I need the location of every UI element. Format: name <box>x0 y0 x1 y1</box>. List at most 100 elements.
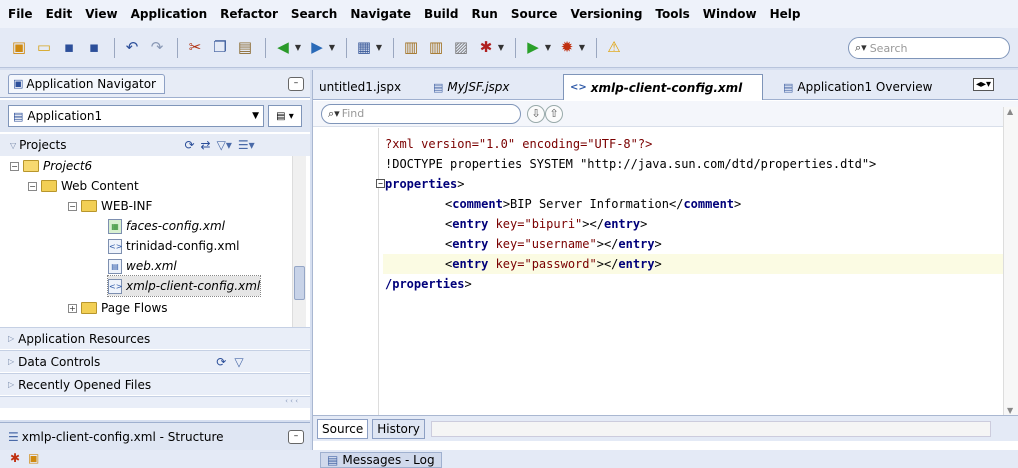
minimize-button[interactable]: – <box>288 77 304 91</box>
tab-source[interactable]: Source <box>317 418 369 439</box>
rebuild-icon[interactable]: ▥ <box>425 37 447 59</box>
scrollbar-thumb[interactable] <box>294 266 305 300</box>
find-previous-icon[interactable]: ⇧ <box>545 104 563 123</box>
copy-icon[interactable]: ❐ <box>209 37 231 59</box>
menu-edit[interactable]: Edit <box>46 7 73 21</box>
warning-icon[interactable]: ⚠ <box>603 37 625 59</box>
tab-myjsf[interactable]: ▤ MyJSF.jspx <box>427 74 557 100</box>
forward-icon[interactable]: ▶ <box>306 37 328 59</box>
scroll-down-icon[interactable]: ▼ <box>1007 406 1013 415</box>
tab-application1-overview[interactable]: ▤ Application1 Overview <box>777 74 963 100</box>
menu-tools[interactable]: Tools <box>655 7 689 21</box>
sync-icon[interactable]: ⇄ <box>201 138 211 152</box>
redo-icon[interactable]: ↷ <box>146 37 168 59</box>
application-dropdown[interactable]: ▤ Application1 ▼ <box>8 105 264 127</box>
undo-icon[interactable]: ↶ <box>121 37 143 59</box>
chevron-down-icon[interactable]: ▼ <box>577 37 587 59</box>
chevron-down-icon: ▼ <box>252 111 259 121</box>
accordion-application-resources[interactable]: ▷ Application Resources <box>0 327 310 349</box>
tree-node-faces-config[interactable]: ▦ faces-config.xml <box>108 216 225 236</box>
tree-node-label: Project6 <box>43 159 93 173</box>
new-icon[interactable]: ▣ <box>8 37 30 59</box>
projects-header[interactable]: ▽ Projects ⟳ ⇄ ▽▾ ☰▾ <box>0 134 310 156</box>
debug-icon[interactable]: ✹ <box>556 37 578 59</box>
structure-tab-label: xmlp-client-config.xml - Structure <box>21 429 224 444</box>
menu-refactor[interactable]: Refactor <box>220 7 278 21</box>
scroll-up-icon[interactable]: ▲ <box>1007 107 1013 116</box>
menu-versioning[interactable]: Versioning <box>570 7 642 21</box>
folder-icon <box>81 200 97 212</box>
messages-log-tab[interactable]: ▤ Messages - Log <box>320 452 442 468</box>
chevron-down-icon[interactable]: ▼ <box>543 37 553 59</box>
tree-node-web-inf[interactable]: − WEB-INF <box>68 196 152 216</box>
refresh-icon[interactable]: ⟳ <box>184 138 194 152</box>
editor-vertical-scrollbar[interactable]: ▲ ▼ <box>1003 107 1018 415</box>
back-icon[interactable]: ◀ <box>272 37 294 59</box>
tree-node-web-content[interactable]: − Web Content <box>28 176 139 196</box>
fold-toggle-icon[interactable]: − <box>376 179 385 188</box>
filter-icon[interactable]: ▽ <box>234 355 243 369</box>
tab-untitled1[interactable]: untitled1.jspx <box>313 74 421 100</box>
tree-node-xmlp-client-config[interactable]: <> xmlp-client-config.xml <box>106 275 262 297</box>
toolbar-separator <box>177 37 178 58</box>
find-next-icon[interactable]: ⇩ <box>527 104 545 123</box>
menu-run[interactable]: Run <box>472 7 498 21</box>
menu-source[interactable]: Source <box>511 7 558 21</box>
menu-navigate[interactable]: Navigate <box>350 7 411 21</box>
refresh-icon[interactable]: ⟳ <box>216 355 226 369</box>
accordion-label: Application Resources <box>18 331 151 346</box>
menu-application[interactable]: Application <box>131 7 208 21</box>
tab-xmlp-client-config[interactable]: <> xmlp-client-config.xml <box>563 74 763 100</box>
profile-icon[interactable]: ✱ <box>475 37 497 59</box>
tab-application-navigator[interactable]: ▣ Application Navigator <box>8 73 165 94</box>
editor-horizontal-scrollbar[interactable] <box>430 420 991 437</box>
tree-node-page-flows[interactable]: + Page Flows <box>68 298 168 318</box>
bottom-panel-strip: ✱ ▣ <box>0 450 1018 468</box>
menu-help[interactable]: Help <box>770 7 801 21</box>
panel-resize-handle[interactable]: ‹ ‹ ‹ <box>0 396 310 408</box>
minimize-button[interactable]: – <box>288 430 304 444</box>
open-folder-icon[interactable]: ▭ <box>33 37 55 59</box>
run-icon[interactable]: ▶ <box>522 37 544 59</box>
menu-file[interactable]: File <box>8 7 33 21</box>
accordion-data-controls[interactable]: ▷ Data Controls ⟳ ▽ <box>0 350 310 372</box>
expand-icon[interactable]: + <box>68 303 77 313</box>
menu-build[interactable]: Build <box>424 7 459 21</box>
structure-panel-tab[interactable]: ☰ xmlp-client-config.xml - Structure – <box>0 422 310 450</box>
cut-icon[interactable]: ✂ <box>184 37 206 59</box>
chevron-down-icon[interactable]: ▼ <box>496 37 506 59</box>
struct-toolbar-icon[interactable]: ▣ <box>28 451 39 465</box>
navigator-scrollbar[interactable] <box>292 156 306 330</box>
tree-node-trinidad-config[interactable]: <> trinidad-config.xml <box>108 236 240 256</box>
search-input[interactable]: ⌕▾ Search <box>848 37 1010 59</box>
collapse-icon[interactable]: − <box>10 161 19 171</box>
paste-icon[interactable]: ▤ <box>234 37 256 59</box>
code-line: !DOCTYPE properties SYSTEM "http://java.… <box>383 154 1003 174</box>
search-placeholder: Search <box>869 41 908 55</box>
collapse-icon[interactable]: − <box>68 201 77 211</box>
toolbar-separator <box>393 37 394 58</box>
menu-search[interactable]: Search <box>291 7 337 21</box>
tree-node-web-xml[interactable]: ▤ web.xml <box>108 256 177 276</box>
code-area[interactable]: ?xml version="1.0" encoding="UTF-8"?> !D… <box>376 134 1003 294</box>
deploy-icon[interactable]: ▦ <box>353 37 375 59</box>
accordion-recently-opened-files[interactable]: ▷ Recently Opened Files <box>0 373 310 395</box>
menu-view[interactable]: View <box>85 7 117 21</box>
chevron-down-icon[interactable]: ▼ <box>374 37 384 59</box>
clean-icon[interactable]: ▨ <box>450 37 472 59</box>
sort-icon[interactable]: ☰▾ <box>238 138 255 152</box>
find-input[interactable]: ⌕▾ Find <box>321 103 521 124</box>
tree-node-project6[interactable]: − Project6 <box>10 156 92 176</box>
save-all-icon[interactable]: ▪ <box>83 37 105 59</box>
menu-window[interactable]: Window <box>703 7 757 21</box>
debug-icon[interactable]: ✱ <box>10 451 20 465</box>
application-menu-button[interactable]: ▤ ▾ <box>268 105 302 127</box>
chevron-down-icon[interactable]: ▼ <box>293 37 303 59</box>
chevron-down-icon[interactable]: ▼ <box>327 37 337 59</box>
tab-history[interactable]: History <box>372 418 425 439</box>
filter-icon[interactable]: ▽▾ <box>217 138 232 152</box>
make-icon[interactable]: ▥ <box>400 37 422 59</box>
collapse-icon[interactable]: − <box>28 181 37 191</box>
tab-scroll-buttons[interactable]: ◂▸▾ <box>973 78 995 91</box>
save-icon[interactable]: ▪ <box>58 37 80 59</box>
